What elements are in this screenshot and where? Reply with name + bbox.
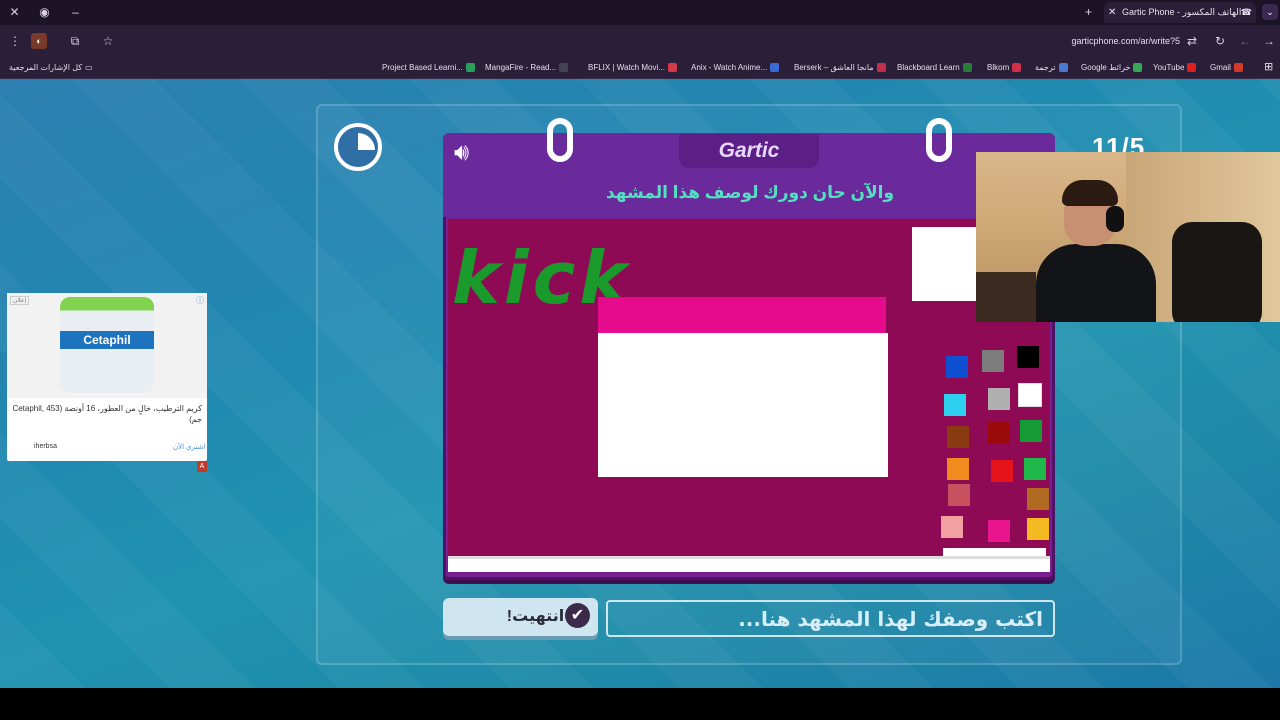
bookmark-favicon-icon xyxy=(465,63,475,72)
profile-icon[interactable]: ◐ xyxy=(31,33,47,49)
bookmark-favicon-icon xyxy=(1133,63,1143,72)
drawn-white-rect xyxy=(598,333,888,477)
webcam-overlay xyxy=(976,152,1280,322)
site-settings-icon[interactable]: ⇄ xyxy=(1184,33,1200,49)
headset xyxy=(1106,206,1124,232)
drawn-color-block xyxy=(947,458,969,480)
bookmark-favicon-icon xyxy=(962,63,972,72)
answer-input[interactable] xyxy=(606,600,1055,637)
ad-tag: إعلان xyxy=(10,296,30,305)
drawn-color-block xyxy=(1027,518,1049,540)
tab-close-icon[interactable]: ✕ xyxy=(1108,2,1116,23)
ad-text: كريم الترطيب، خالٍ من العطور، 16 أونصة (… xyxy=(12,404,202,424)
bookmark-favicon-icon xyxy=(770,63,780,72)
all-bookmarks[interactable]: كل الإشارات المرجعية ▭ xyxy=(9,60,93,75)
bookmark-item[interactable]: Anix - Watch Anime... xyxy=(691,60,780,75)
drawn-color-block xyxy=(1018,383,1042,407)
bookmarks-bar: كل الإشارات المرجعية ▭ Project Based Lea… xyxy=(0,56,1280,79)
drawn-color-block xyxy=(1027,488,1049,510)
apps-grid-icon[interactable]: ⊞ xyxy=(1264,60,1273,75)
prompt-title: والآن حان دورك لوصف هذا المشهد xyxy=(605,183,895,202)
board-bottom-edge xyxy=(448,556,1050,572)
tab-favicon-icon: ☎ xyxy=(1240,7,1252,17)
bookmark-favicon-icon xyxy=(1058,63,1068,72)
bookmark-item[interactable]: Project Based Learni... xyxy=(382,60,475,75)
drawn-color-block xyxy=(988,388,1010,410)
adchoices-icon[interactable]: A xyxy=(197,461,207,472)
reload-icon[interactable]: ↻ xyxy=(1212,33,1228,49)
bookmark-item[interactable]: Blackboard Learn xyxy=(897,60,972,75)
binder-ring-right xyxy=(926,118,952,162)
ad-image: Cetaphil إعلان ⓘ xyxy=(7,293,207,398)
gartic-logo: Gartic xyxy=(679,134,819,168)
bookmark-favicon-icon xyxy=(1012,63,1022,72)
drawn-color-block xyxy=(948,484,970,506)
forward-icon: ← xyxy=(1239,34,1251,48)
tab-title: Gartic Phone - الهاتف المكسور xyxy=(1122,7,1242,17)
ad-advertiser: iherbsa xyxy=(34,443,57,450)
drawn-color-block xyxy=(991,460,1013,482)
bookmark-item[interactable]: Berserk – مانجا العاشق xyxy=(794,60,886,75)
browser-toolbar: ⋮ ◐ ⧉ ☆ garticphone.com/ar/write?5 ⇄ ↻ ←… xyxy=(0,25,1280,56)
menu-icon[interactable]: ⋮ xyxy=(7,33,23,49)
bookmark-item[interactable]: Blkom xyxy=(987,60,1022,75)
sound-icon[interactable]: 🔊︎ xyxy=(454,141,486,165)
binder-ring-left xyxy=(547,118,573,162)
ad-cta[interactable]: اشتري الآن xyxy=(173,443,205,451)
new-tab-icon[interactable]: + xyxy=(1080,4,1097,21)
bookmark-favicon-icon xyxy=(559,63,569,72)
drawn-color-block xyxy=(947,426,969,448)
youtube-icon xyxy=(1187,63,1197,72)
bookmark-favicon-icon xyxy=(876,63,886,72)
drawn-color-block xyxy=(988,520,1010,542)
bookmark-favicon-icon xyxy=(667,63,677,72)
tab-bar: ✕ ◉ – + ✕ Gartic Phone - الهاتف المكسور … xyxy=(0,0,1280,25)
bookmark-item[interactable]: MangaFire - Read... xyxy=(485,60,569,75)
active-tab[interactable]: ✕ Gartic Phone - الهاتف المكسور ☎ xyxy=(1104,2,1256,23)
bottom-bar xyxy=(0,688,1280,720)
tab-search-icon[interactable]: ⌄ xyxy=(1262,4,1278,20)
check-icon: ✔ xyxy=(565,603,590,628)
drawn-white-strip xyxy=(943,548,1046,556)
bookmark-item[interactable]: YouTube xyxy=(1153,60,1197,75)
drawn-white-small xyxy=(912,227,978,301)
ad-info-icon[interactable]: ⓘ xyxy=(196,295,204,306)
bookmark-item[interactable]: Google خرائط xyxy=(1081,60,1143,75)
minimize-icon[interactable]: – xyxy=(67,4,84,21)
drawn-color-block xyxy=(1017,346,1039,368)
address-bar[interactable]: garticphone.com/ar/write?5 xyxy=(1040,33,1180,49)
bookmark-item[interactable]: ترجمة xyxy=(1035,60,1068,75)
back-icon[interactable]: → xyxy=(1261,33,1277,49)
bookmark-item[interactable]: BFLIX | Watch Movi... xyxy=(588,60,677,75)
bookmark-item[interactable]: Gmail xyxy=(1210,60,1243,75)
extensions-icon[interactable]: ⧉ xyxy=(67,33,83,49)
gmail-icon xyxy=(1233,63,1243,72)
drawn-pink-rect xyxy=(598,297,886,333)
folder-icon: ▭ xyxy=(85,63,93,72)
drawn-color-block xyxy=(944,394,966,416)
drawn-color-block xyxy=(982,350,1004,372)
bookmark-star-icon[interactable]: ☆ xyxy=(100,33,116,49)
drawn-color-block xyxy=(946,356,968,378)
ad-banner[interactable]: Cetaphil إعلان ⓘ كريم الترطيب، خالٍ من ا… xyxy=(7,293,207,461)
drawn-color-block xyxy=(1020,420,1042,442)
close-window-icon[interactable]: ✕ xyxy=(6,4,23,21)
drawn-color-block xyxy=(941,516,963,538)
extension-icon[interactable]: ◉ xyxy=(36,4,53,21)
screen: { "browser": { "tab_title": "Gartic Phon… xyxy=(0,0,1280,720)
drawn-color-block xyxy=(1024,458,1046,480)
drawn-color-block xyxy=(988,422,1010,444)
ad-brand: Cetaphil xyxy=(60,331,154,349)
timer-icon xyxy=(334,123,382,171)
